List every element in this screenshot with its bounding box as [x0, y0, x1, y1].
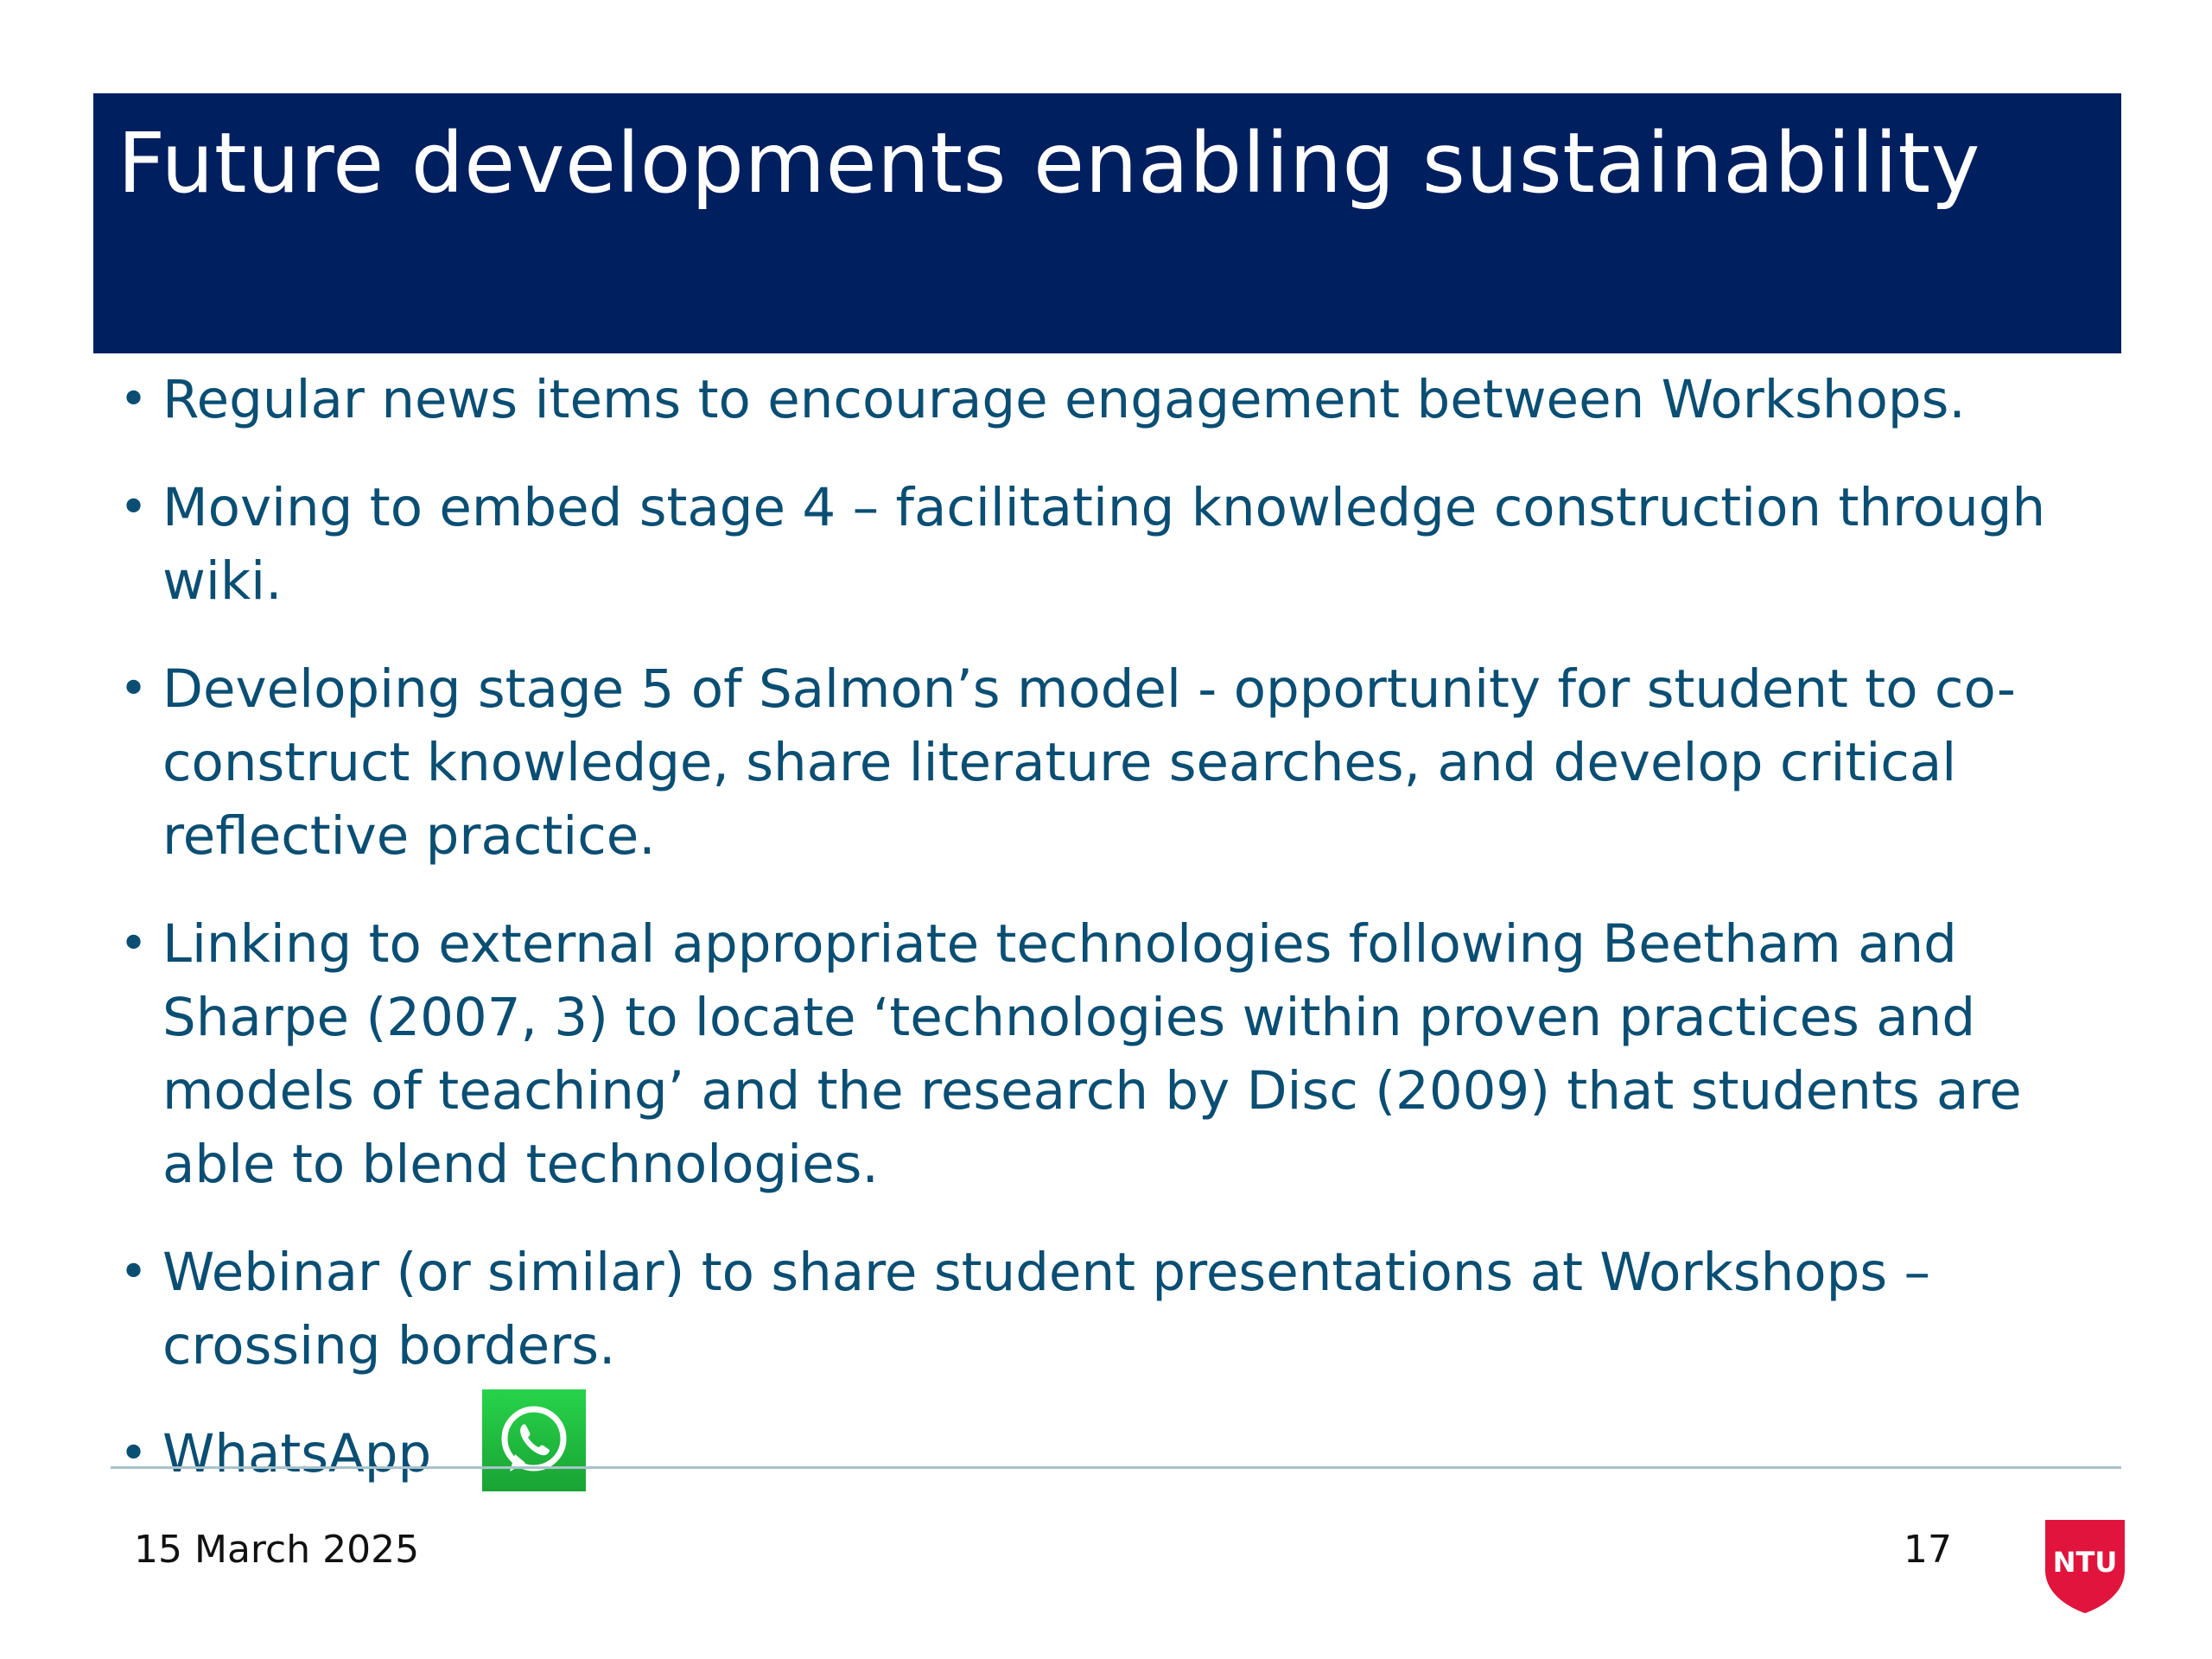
bullet-marker: • [119, 916, 149, 972]
bullet-item: • Moving to embed stage 4 – facilitating… [119, 471, 2124, 618]
bullet-text: WhatsApp [162, 1423, 432, 1484]
bullet-item: • WhatsApp [119, 1417, 2124, 1491]
title-bar: Future developments enabling sustainabil… [93, 93, 2121, 353]
bullet-marker: • [119, 1426, 149, 1482]
bullet-text: Moving to embed stage 4 – facilitating k… [162, 477, 2046, 612]
ntu-logo: NTU [2045, 1520, 2125, 1613]
bullet-text: Linking to external appropriate technolo… [162, 913, 2022, 1195]
page-number: 17 [1904, 1528, 1952, 1572]
bullet-marker: • [119, 372, 149, 428]
bullet-item: • Linking to external appropriate techno… [119, 907, 2124, 1201]
bullet-text: Webinar (or similar) to share student pr… [162, 1242, 1931, 1376]
bullet-text: Regular news items to encourage engageme… [162, 369, 1966, 430]
bullet-item: • Webinar (or similar) to share student … [119, 1236, 2124, 1382]
footer-date: 15 March 2025 [134, 1528, 420, 1572]
whatsapp-glyph [501, 1406, 567, 1471]
bullet-marker: • [119, 661, 149, 717]
bullet-item: • Regular news items to encourage engage… [119, 363, 2124, 436]
bullet-text: Developing stage 5 of Salmon’s model - o… [162, 658, 2016, 867]
footer-divider [111, 1466, 2121, 1469]
bullet-marker: • [119, 480, 149, 536]
bullet-marker: • [119, 1244, 149, 1300]
whatsapp-icon [482, 1389, 586, 1491]
bullet-list: • Regular news items to encourage engage… [119, 363, 2124, 1491]
ntu-logo-text: NTU [2053, 1546, 2118, 1579]
bullet-item: • Developing stage 5 of Salmon’s model -… [119, 652, 2124, 873]
slide-title: Future developments enabling sustainabil… [118, 115, 1980, 212]
